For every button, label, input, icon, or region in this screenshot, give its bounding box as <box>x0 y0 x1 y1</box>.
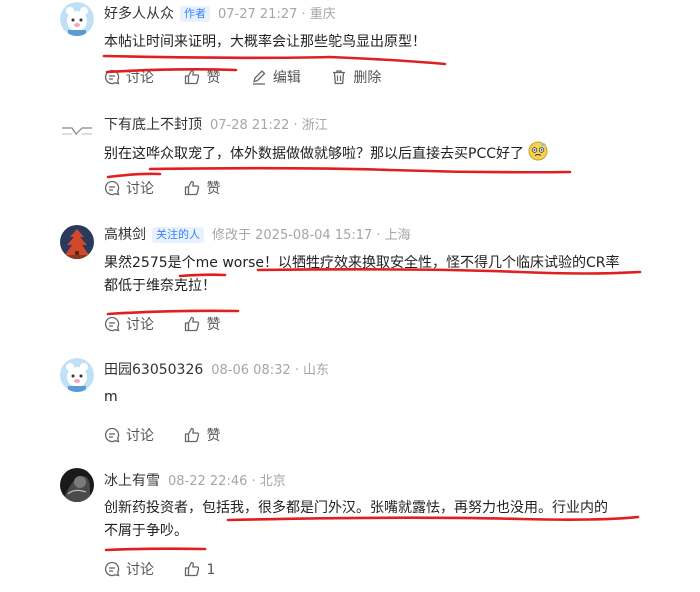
comment-text: 创新药投资者，包括我，很多都是门外汉。张嘴就露怯，再努力也没用。行业内的 不屑于… <box>104 497 664 543</box>
like-label: 赞 <box>206 181 221 197</box>
discuss-button[interactable]: 讨论 <box>104 426 154 446</box>
like-count: 1 <box>206 562 216 578</box>
delete-label: 删除 <box>353 70 382 86</box>
comment-icon <box>104 561 120 577</box>
like-button[interactable]: 赞 <box>184 315 220 335</box>
like-button[interactable]: 赞 <box>184 68 220 88</box>
trash-icon <box>333 70 346 85</box>
discuss-label: 讨论 <box>126 562 154 578</box>
like-label: 赞 <box>206 428 221 444</box>
delete-button[interactable]: 删除 <box>331 68 381 88</box>
thumbs-up-icon <box>185 427 200 443</box>
discuss-label: 讨论 <box>126 317 154 333</box>
comment-text-line: 不屑于争吵。 <box>104 523 188 539</box>
discuss-button[interactable]: 讨论 <box>104 68 154 88</box>
avatar[interactable] <box>60 225 94 259</box>
comment-text: 本帖让时间来证明，大概率会让那些鸵鸟显出原型！ <box>104 34 426 50</box>
discuss-label: 讨论 <box>126 428 154 444</box>
underline-stroke <box>106 309 240 316</box>
thumbs-up-icon <box>185 69 200 85</box>
username[interactable]: 高棋剑 <box>104 227 146 243</box>
comment-icon <box>104 180 120 196</box>
following-badge: 关注的人 <box>152 227 204 243</box>
like-label: 赞 <box>206 70 221 86</box>
like-button[interactable]: 赞 <box>184 426 220 446</box>
avatar[interactable] <box>60 114 94 148</box>
thumbs-up-icon <box>185 561 200 577</box>
discuss-label: 讨论 <box>126 181 154 197</box>
like-button[interactable]: 赞 <box>184 179 220 199</box>
comment-icon <box>104 316 120 332</box>
comment-text: 果然2575是个me worse！以牺牲疗效来换取安全性，怪不得几个临床试验的C… <box>104 252 664 298</box>
edit-label: 编辑 <box>272 70 301 86</box>
comment-text: 别在这哗众取宠了，体外数据做做就够啦？那以后直接去买PCC好了 <box>104 141 664 169</box>
username[interactable]: 下有底上不封顶 <box>104 117 202 133</box>
comment-meta: 08-22 22:46 · 北京 <box>168 474 286 489</box>
discuss-label: 讨论 <box>126 70 154 86</box>
comment-text-line: 都低于维奈克拉！ <box>104 278 216 294</box>
underline-stroke <box>106 172 162 179</box>
like-label: 赞 <box>206 317 221 333</box>
discuss-button[interactable]: 讨论 <box>104 179 154 199</box>
avatar[interactable] <box>60 2 94 36</box>
comment-text-line: 果然2575是个me worse！以牺牲疗效来换取安全性，怪不得几个临床试验的C… <box>104 255 620 271</box>
thumbs-up-icon <box>185 316 200 332</box>
underline-stroke <box>102 54 447 66</box>
username[interactable]: 田园63050326 <box>104 362 203 378</box>
author-badge: 作者 <box>180 6 210 22</box>
comment-text: m <box>104 389 118 405</box>
like-button[interactable]: 1 <box>184 560 215 580</box>
comment-icon <box>104 427 120 443</box>
discuss-button[interactable]: 讨论 <box>104 560 154 580</box>
comment-meta: 07-27 21:27 · 重庆 <box>218 7 336 22</box>
comment-icon <box>104 69 120 85</box>
underline-stroke <box>104 547 207 552</box>
edit-button[interactable]: 编辑 <box>251 68 301 88</box>
sick-face-emoji-icon <box>528 141 548 169</box>
comment-meta: 修改于 2025-08-04 15:17 · 上海 <box>212 228 411 243</box>
avatar[interactable] <box>60 468 94 502</box>
username[interactable]: 好多人从众 <box>104 6 174 22</box>
avatar[interactable] <box>60 358 94 392</box>
comment-text-line: 创新药投资者，包括我，很多都是门外汉。张嘴就露怯，再努力也没用。行业内的 <box>104 500 608 516</box>
discuss-button[interactable]: 讨论 <box>104 315 154 335</box>
comment-meta: 08-06 08:32 · 山东 <box>211 363 330 378</box>
username[interactable]: 冰上有雪 <box>104 473 160 489</box>
comment-text-content: 别在这哗众取宠了，体外数据做做就够啦？那以后直接去买PCC好了 <box>104 146 524 162</box>
thumbs-up-icon <box>185 180 200 196</box>
pencil-icon <box>252 70 266 85</box>
comment-meta: 07-28 21:22 · 浙江 <box>210 118 328 133</box>
